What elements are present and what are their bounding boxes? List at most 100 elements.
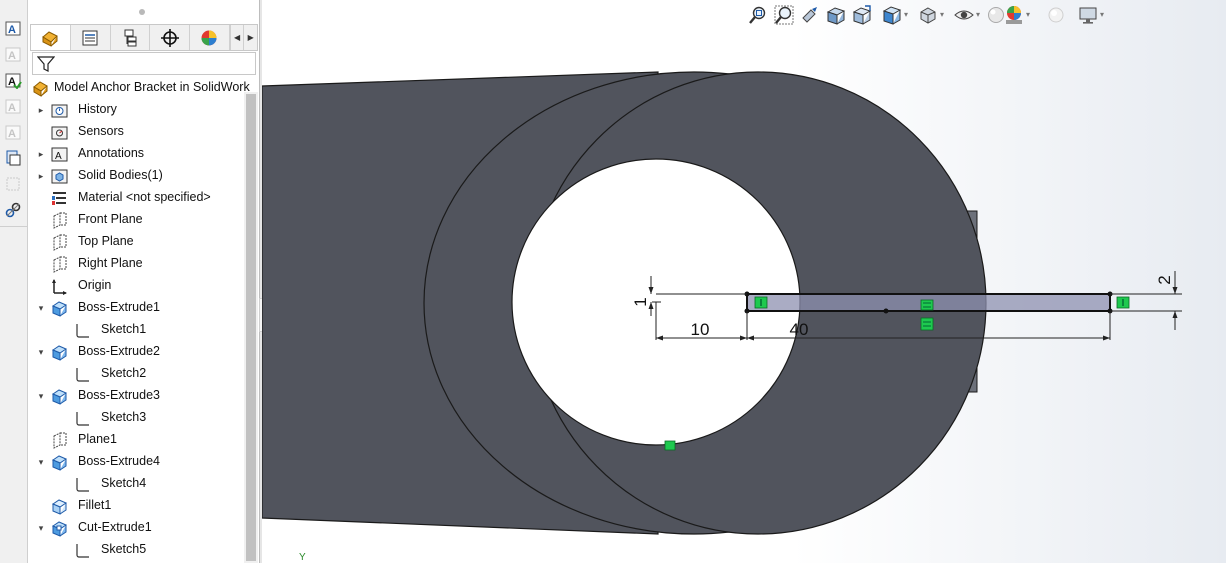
part-icon [32,80,49,97]
chevron-down-icon[interactable]: ▾ [1100,10,1104,19]
chevron-down-icon[interactable]: ▾ [976,10,980,19]
tree-item[interactable]: Plane1 [28,429,244,451]
panel-grip[interactable] [139,9,145,15]
previous-view-icon[interactable] [800,5,820,25]
tree-item[interactable]: Fillet1 [28,495,244,517]
graphics-area[interactable]: 1 2 10 40 ▾ ▾ ▾ ▾ ▾ Y [262,0,1226,563]
display-manager-tab-icon[interactable] [190,25,230,50]
sketch-icon [74,476,91,493]
chevron-down-icon[interactable]: ▾ [940,10,944,19]
tree-item-label: Sketch3 [101,410,147,424]
display-style-icon[interactable] [918,5,938,25]
tree-filter[interactable] [32,52,256,75]
tree-item-label: History [78,102,117,116]
feature-manager-panel: ◀ ▶ Model Anchor Bracket in SolidWork ▸ Hi… [28,0,260,563]
material-icon [51,190,68,207]
model-view[interactable]: 1 2 10 40 [262,0,1226,563]
tree-item[interactable]: Front Plane [28,209,244,231]
feature-manager-tab-icon[interactable] [31,25,71,50]
model-items-icon[interactable]: A [3,44,23,64]
section-view-icon[interactable] [826,5,846,25]
annotations-icon: A [51,146,68,163]
chevron-down-icon[interactable]: ▾ [904,10,908,19]
collapse-arrow-icon[interactable]: ▾ [36,390,46,402]
tree-item[interactable]: ▾ Boss-Extrude4 [28,451,244,473]
zoom-to-area-icon[interactable] [774,5,794,25]
tree-item-label: Boss-Extrude3 [78,388,160,402]
tree-item-label: Right Plane [78,256,143,270]
origin-icon [51,278,68,295]
format-painter-icon[interactable]: A [3,96,23,116]
extrude-icon [51,454,68,471]
dimxpert-manager-tab-icon[interactable] [150,25,191,50]
dimension-2[interactable]: 2 [1155,275,1174,284]
svg-text:A: A [55,151,62,162]
expand-arrow-icon[interactable]: ▸ [36,104,46,116]
tree-item[interactable]: ▾ Boss-Extrude3 [28,385,244,407]
tree-root-part[interactable]: Model Anchor Bracket in SolidWork [28,77,250,99]
tree-item[interactable]: Sensors [28,121,244,143]
magnetic-line-icon[interactable] [3,200,23,220]
annotation-toolbar: A A A A A [0,0,28,563]
expand-arrow-icon[interactable]: ▸ [36,148,46,160]
tree-item-label: Annotations [78,146,145,160]
tree-item[interactable]: Top Plane [28,231,244,253]
tabs-scroll-right-button[interactable]: ▶ [243,25,257,50]
tree-item[interactable]: Sketch4 [28,473,244,495]
tree-item-label: Fillet1 [78,498,112,512]
display-monitor-icon[interactable] [1078,5,1098,25]
tree-item[interactable]: Sketch3 [28,407,244,429]
tree-item-label: Sketch4 [101,476,147,490]
sketch-icon [74,410,91,427]
collapse-arrow-icon[interactable]: ▾ [36,346,46,358]
expand-arrow-icon[interactable]: ▸ [36,170,46,182]
tree-item[interactable]: ▸ A Annotations [28,143,244,165]
apply-scene-icon[interactable] [1004,5,1024,25]
tree-item[interactable]: ▸ History [28,99,244,121]
chevron-down-icon[interactable]: ▾ [1026,10,1030,19]
collapse-arrow-icon[interactable]: ▾ [36,302,46,314]
sketch-icon [74,322,91,339]
filter-icon[interactable] [37,56,55,73]
hide-show-items-icon[interactable] [954,5,974,25]
auto-balloon-icon[interactable] [3,174,23,194]
dimension-10[interactable]: 10 [691,320,710,339]
spell-checker-icon[interactable]: A [3,70,23,90]
collapse-arrow-icon[interactable]: ▾ [36,456,46,468]
tree-item[interactable]: Sketch2 [28,363,244,385]
tree-item[interactable]: Material <not specified> [28,187,244,209]
zoom-to-fit-icon[interactable] [748,5,768,25]
collapse-arrow-icon[interactable]: ▾ [36,522,46,534]
note-icon[interactable]: A [3,122,23,142]
tree-scrollbar[interactable] [244,92,258,563]
svg-text:A: A [8,24,16,36]
tree-item[interactable]: Right Plane [28,253,244,275]
tree-item-label: Material <not specified> [78,190,211,204]
tree-item[interactable]: ▾ Cut-Extrude1 [28,517,244,539]
view-orientation-icon[interactable] [882,5,902,25]
tabs-scroll-left-button[interactable]: ◀ [229,25,244,50]
configuration-manager-tab-icon[interactable] [111,25,151,50]
smart-dimension-icon[interactable]: A [3,18,23,38]
view-settings-icon[interactable] [1046,5,1066,25]
dynamic-annotation-views-icon[interactable] [852,5,872,25]
tree-item-label: Sketch5 [101,542,147,556]
sketch-icon [74,542,91,559]
tree-scroll-thumb[interactable] [246,94,256,561]
tree-item-label: Plane1 [78,432,117,446]
tree-item[interactable]: ▸ Solid Bodies(1) [28,165,244,187]
edit-appearance-icon[interactable] [986,5,1006,25]
tree-item[interactable]: ▾ Boss-Extrude1 [28,297,244,319]
balloon-icon[interactable] [3,148,23,168]
tree-item[interactable]: ▾ Boss-Extrude2 [28,341,244,363]
midpoint-relation-marker [664,440,676,451]
tree-item[interactable]: Origin [28,275,244,297]
tree-item-label: Cut-Extrude1 [78,520,152,534]
property-manager-tab-icon[interactable] [71,25,111,50]
dimension-1[interactable]: 1 [631,297,650,306]
tree-item-label: Sketch1 [101,322,147,336]
tree-item[interactable]: Sketch1 [28,319,244,341]
dimension-40[interactable]: 40 [790,320,809,339]
fillet-icon [51,498,68,515]
tree-item[interactable]: Sketch5 [28,539,244,561]
